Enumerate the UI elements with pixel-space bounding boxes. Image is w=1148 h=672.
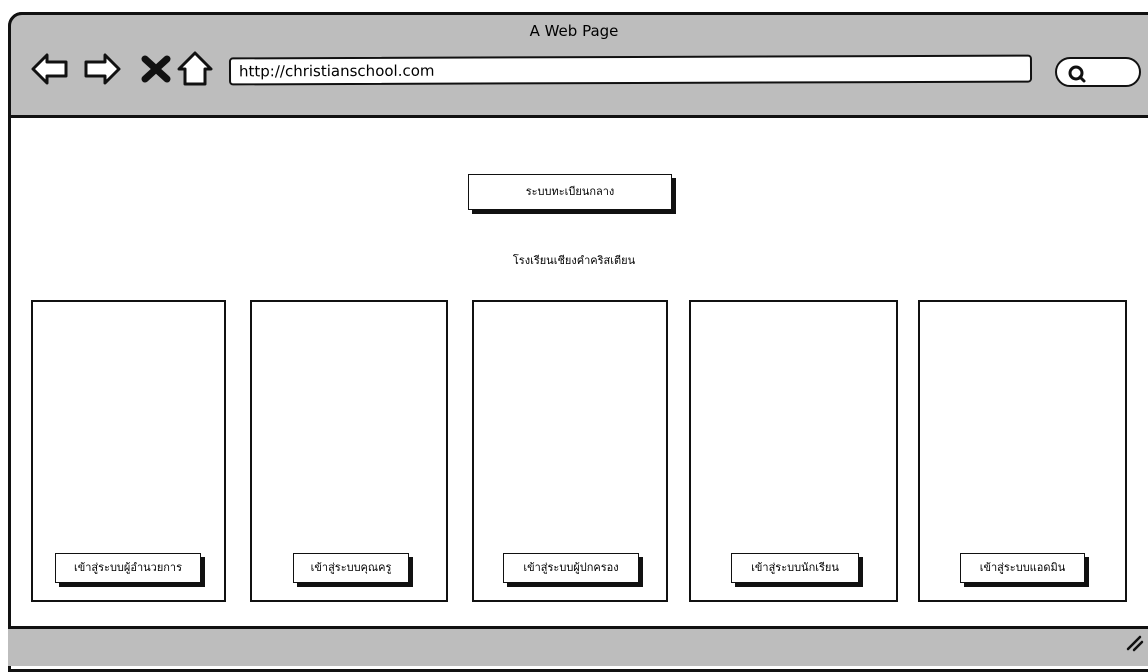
login-teacher-button[interactable]: เข้าสู่ระบบคุณครู [293, 553, 409, 583]
central-registration-button[interactable]: ระบบทะเบียนกลาง [468, 174, 672, 210]
card-director: เข้าสู่ระบบผู้อำนวยการ [31, 300, 226, 602]
login-admin-button[interactable]: เข้าสู่ระบบแอดมิน [960, 553, 1085, 583]
forward-arrow-icon[interactable] [82, 50, 122, 88]
login-student-button[interactable]: เข้าสู่ระบบนักเรียน [731, 553, 859, 583]
card-parent: เข้าสู่ระบบผู้ปกครอง [472, 300, 668, 602]
url-input[interactable]: http://christianschool.com [228, 54, 1033, 86]
window-title: A Web Page [529, 22, 619, 40]
card-admin: เข้าสู่ระบบแอดมิน [918, 300, 1127, 602]
back-arrow-icon[interactable] [30, 50, 70, 88]
search-field[interactable] [1055, 57, 1141, 87]
search-icon [1068, 65, 1086, 83]
resize-handle-icon[interactable] [1124, 632, 1144, 652]
login-parent-button[interactable]: เข้าสู่ระบบผู้ปกครอง [503, 553, 639, 583]
school-name: โรงเรียนเชียงคำคริสเตียน [512, 254, 636, 267]
close-x-icon[interactable] [136, 50, 176, 88]
card-teacher: เข้าสู่ระบบคุณครู [250, 300, 448, 602]
status-bar [8, 626, 1148, 666]
home-icon[interactable] [175, 50, 215, 88]
card-student: เข้าสู่ระบบนักเรียน [689, 300, 898, 602]
login-director-button[interactable]: เข้าสู่ระบบผู้อำนวยการ [55, 553, 201, 583]
